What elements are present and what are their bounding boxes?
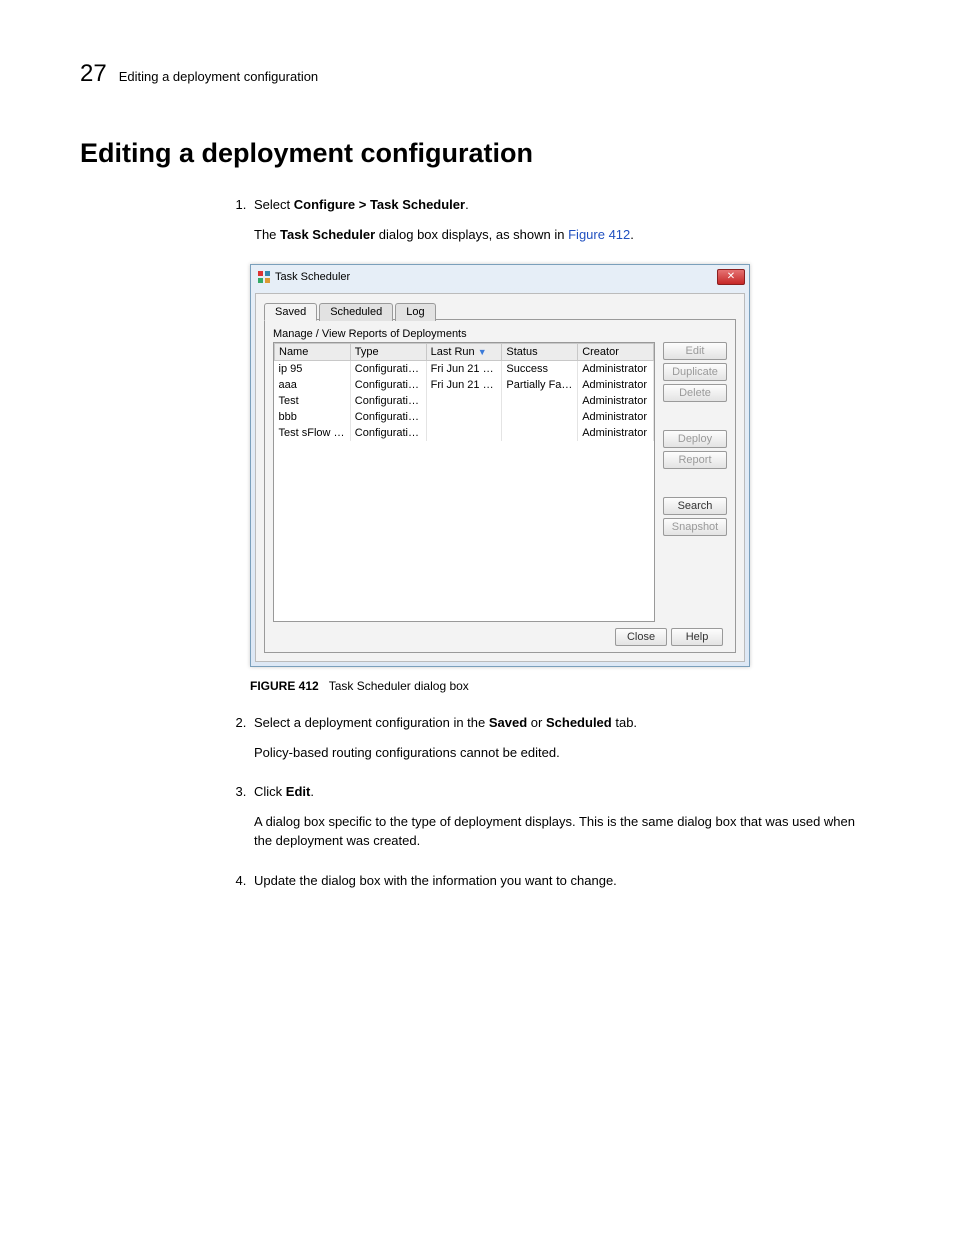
col-status[interactable]: Status	[502, 344, 578, 361]
s2-p: Policy-based routing configurations cann…	[254, 743, 874, 763]
figure-link[interactable]: Figure 412	[568, 227, 630, 242]
sort-desc-icon: ▼	[478, 347, 487, 357]
s4: Update the dialog box with the informati…	[254, 873, 617, 888]
cell-name: aaa	[275, 377, 351, 393]
step1-p-a: The	[254, 227, 280, 242]
running-title: Editing a deployment configuration	[119, 69, 318, 84]
cell-status	[502, 393, 578, 409]
app-icon	[257, 270, 271, 284]
cell-name: Test	[275, 393, 351, 409]
col-name[interactable]: Name	[275, 344, 351, 361]
cell-creator: Administrator	[578, 361, 654, 378]
s3-c: .	[310, 784, 314, 799]
cell-type: Configuration ...	[350, 361, 426, 378]
step-2: Select a deployment configuration in the…	[250, 713, 874, 762]
col-creator[interactable]: Creator	[578, 344, 654, 361]
cell-creator: Administrator	[578, 425, 654, 441]
s3-p: A dialog box specific to the type of dep…	[254, 812, 874, 851]
cell-type: Configuration ...	[350, 377, 426, 393]
cell-last_run: Fri Jun 21 09:...	[426, 377, 502, 393]
help-button[interactable]: Help	[671, 628, 723, 646]
step-4: Update the dialog box with the informati…	[250, 871, 874, 891]
s2-b: Saved	[489, 715, 527, 730]
report-button[interactable]: Report	[663, 451, 727, 469]
table-row[interactable]: TestConfiguration ... Administrator	[275, 393, 654, 409]
step-1: Select Configure > Task Scheduler. The T…	[250, 195, 874, 244]
cell-type: Configuration ...	[350, 409, 426, 425]
cell-status	[502, 425, 578, 441]
cell-last_run	[426, 425, 502, 441]
table-row[interactable]: ip 95Configuration ...Fri Jun 21 09:...S…	[275, 361, 654, 378]
cell-name: Test sFlow C...	[275, 425, 351, 441]
step1-text-b: Configure > Task Scheduler	[294, 197, 465, 212]
tab-scheduled[interactable]: Scheduled	[319, 303, 393, 321]
panel-label: Manage / View Reports of Deployments	[273, 328, 727, 340]
deployments-table[interactable]: Name Type Last Run ▼ Status Creator ip 9…	[273, 342, 655, 622]
figure-caption-text: Task Scheduler dialog box	[329, 679, 469, 693]
cell-status	[502, 409, 578, 425]
s2-a: Select a deployment configuration in the	[254, 715, 489, 730]
cell-last_run	[426, 409, 502, 425]
col-type[interactable]: Type	[350, 344, 426, 361]
cell-creator: Administrator	[578, 393, 654, 409]
dialog-title: Task Scheduler	[275, 271, 350, 283]
step1-p-c: dialog box displays, as shown in	[375, 227, 568, 242]
step1-p-d: .	[630, 227, 634, 242]
duplicate-button[interactable]: Duplicate	[663, 363, 727, 381]
table-row[interactable]: bbbConfiguration ... Administrator	[275, 409, 654, 425]
step1-text-c: .	[465, 197, 469, 212]
delete-button[interactable]: Delete	[663, 384, 727, 402]
table-row[interactable]: Test sFlow C...Configuration ... Administ…	[275, 425, 654, 441]
s3-a: Click	[254, 784, 286, 799]
table-row[interactable]: aaaConfiguration ...Fri Jun 21 09:...Par…	[275, 377, 654, 393]
cell-last_run: Fri Jun 21 09:...	[426, 361, 502, 378]
cell-name: ip 95	[275, 361, 351, 378]
section-title: Editing a deployment configuration	[80, 138, 874, 169]
deploy-button[interactable]: Deploy	[663, 430, 727, 448]
close-button[interactable]: Close	[615, 628, 667, 646]
cell-status: Success	[502, 361, 578, 378]
step-3: Click Edit. A dialog box specific to the…	[250, 782, 874, 851]
cell-creator: Administrator	[578, 377, 654, 393]
cell-type: Configuration ...	[350, 425, 426, 441]
tab-log[interactable]: Log	[395, 303, 435, 321]
s2-e: tab.	[612, 715, 637, 730]
cell-status: Partially Failed	[502, 377, 578, 393]
s3-b: Edit	[286, 784, 311, 799]
figure-caption-num: FIGURE 412	[250, 679, 319, 693]
cell-creator: Administrator	[578, 409, 654, 425]
tab-saved[interactable]: Saved	[264, 303, 317, 321]
s2-c: or	[527, 715, 546, 730]
s2-d: Scheduled	[546, 715, 612, 730]
task-scheduler-dialog: Task Scheduler ✕ Saved Scheduled Log Man…	[250, 264, 750, 667]
close-icon[interactable]: ✕	[717, 269, 745, 285]
cell-name: bbb	[275, 409, 351, 425]
snapshot-button[interactable]: Snapshot	[663, 518, 727, 536]
step1-text-a: Select	[254, 197, 294, 212]
search-button[interactable]: Search	[663, 497, 727, 515]
cell-type: Configuration ...	[350, 393, 426, 409]
chapter-number: 27	[80, 60, 107, 88]
cell-last_run	[426, 393, 502, 409]
step1-p-b: Task Scheduler	[280, 227, 375, 242]
edit-button[interactable]: Edit	[663, 342, 727, 360]
col-lastrun[interactable]: Last Run ▼	[426, 344, 502, 361]
